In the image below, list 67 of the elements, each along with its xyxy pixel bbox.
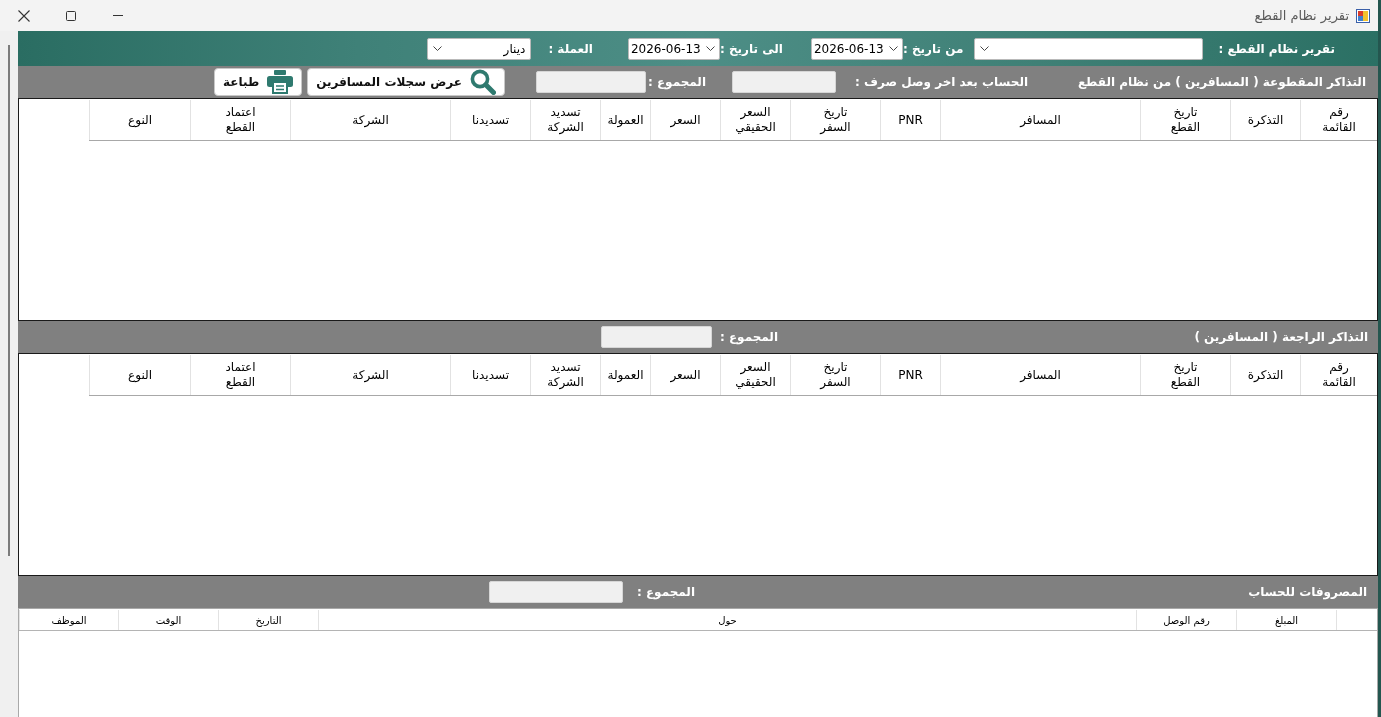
filter-label: من تاريخ : (902, 41, 964, 56)
chevron-icon (433, 46, 443, 51)
column-header[interactable]: النوع (89, 355, 190, 395)
date-picker[interactable]: 2026-06-13 (627, 37, 720, 60)
column-header[interactable]: تاريخ السفر (790, 100, 880, 140)
scrollbar-thumb[interactable] (8, 45, 10, 556)
column-header[interactable]: السعر الحقيقي (720, 355, 790, 395)
column-header[interactable]: رقم الوصل (1136, 610, 1236, 630)
filter-label: الى تاريخ : (719, 41, 783, 56)
search-button[interactable]: عرض سجلات المسافرين (307, 68, 505, 96)
section-title: التذاكر الراجعة ( المسافرين ) (1194, 330, 1368, 344)
column-header[interactable]: اعتماد القطع (190, 100, 290, 140)
maximize-icon (65, 10, 76, 21)
report-dropdown[interactable] (974, 37, 1204, 60)
column-header[interactable]: المسافر (940, 355, 1140, 395)
chevron-icon (888, 46, 898, 51)
column-header[interactable]: السعر الحقيقي (720, 100, 790, 140)
column-header[interactable]: العمولة (600, 355, 650, 395)
column-header[interactable]: التاريخ (218, 610, 318, 630)
minimize-icon (112, 15, 123, 16)
input-field[interactable] (536, 71, 646, 93)
column-header[interactable]: تاريخ السفر (790, 355, 880, 395)
column-header[interactable]: التذكرة (1230, 100, 1300, 140)
column-header[interactable]: الشركة (290, 355, 450, 395)
field-label: المجموع : (636, 585, 695, 599)
close-icon (17, 9, 30, 22)
column-header[interactable]: السعر (650, 100, 720, 140)
column-header[interactable]: المسافر (940, 100, 1140, 140)
field-label: المجموع : (647, 75, 706, 89)
printer-icon (267, 70, 294, 94)
column-header[interactable]: المبلغ (1236, 610, 1336, 630)
column-header[interactable]: حول (318, 610, 1136, 630)
column-header[interactable]: الموظف (19, 610, 118, 630)
column-header[interactable]: التذكرة (1230, 355, 1300, 395)
column-header[interactable]: السعر (650, 355, 720, 395)
search-icon (470, 69, 496, 95)
column-header[interactable]: تسديد الشركة (530, 100, 600, 140)
column-header[interactable]: رقم القائمة (1300, 355, 1377, 395)
column-header[interactable]: تسديدنا (450, 100, 530, 140)
column-header[interactable]: الشركة (290, 100, 450, 140)
column-header[interactable]: تسديدنا (450, 355, 530, 395)
app-icon (1356, 8, 1370, 23)
date-picker[interactable]: 2026-06-13 (810, 37, 903, 60)
section-title: التذاكر المقطوعة ( المسافرين ) من نظام القطع (1077, 75, 1366, 89)
window-title: تقرير نظام القطع (1254, 8, 1349, 23)
field-label: الحساب بعد اخر وصل صرف : (855, 75, 1028, 89)
column-header[interactable]: تسديد الشركة (530, 355, 600, 395)
column-header[interactable]: العمولة (600, 100, 650, 140)
field-label: المجموع : (719, 330, 778, 344)
column-header[interactable]: اعتماد القطع (190, 355, 290, 395)
column-header[interactable]: تاريخ القطع (1140, 355, 1230, 395)
filter-label: العملة : (548, 41, 593, 56)
input-field[interactable] (732, 71, 836, 93)
column-header[interactable]: PNR (880, 355, 940, 395)
section-title: المصروفات للحساب (1248, 585, 1367, 599)
column-header[interactable]: تاريخ القطع (1140, 100, 1230, 140)
chevron-icon (705, 46, 715, 51)
chevron-icon (980, 46, 990, 51)
filter-label: تقرير نظام القطع : (1218, 41, 1335, 56)
print-button[interactable]: طباعة (214, 68, 303, 96)
currency-dropdown[interactable]: دينار (427, 37, 532, 60)
input-field[interactable] (601, 326, 712, 348)
column-header[interactable]: النوع (89, 100, 190, 140)
column-header[interactable]: رقم القائمة (1300, 100, 1377, 140)
input-field[interactable] (489, 581, 623, 603)
column-header[interactable]: PNR (880, 100, 940, 140)
column-header[interactable]: الوقت (118, 610, 218, 630)
